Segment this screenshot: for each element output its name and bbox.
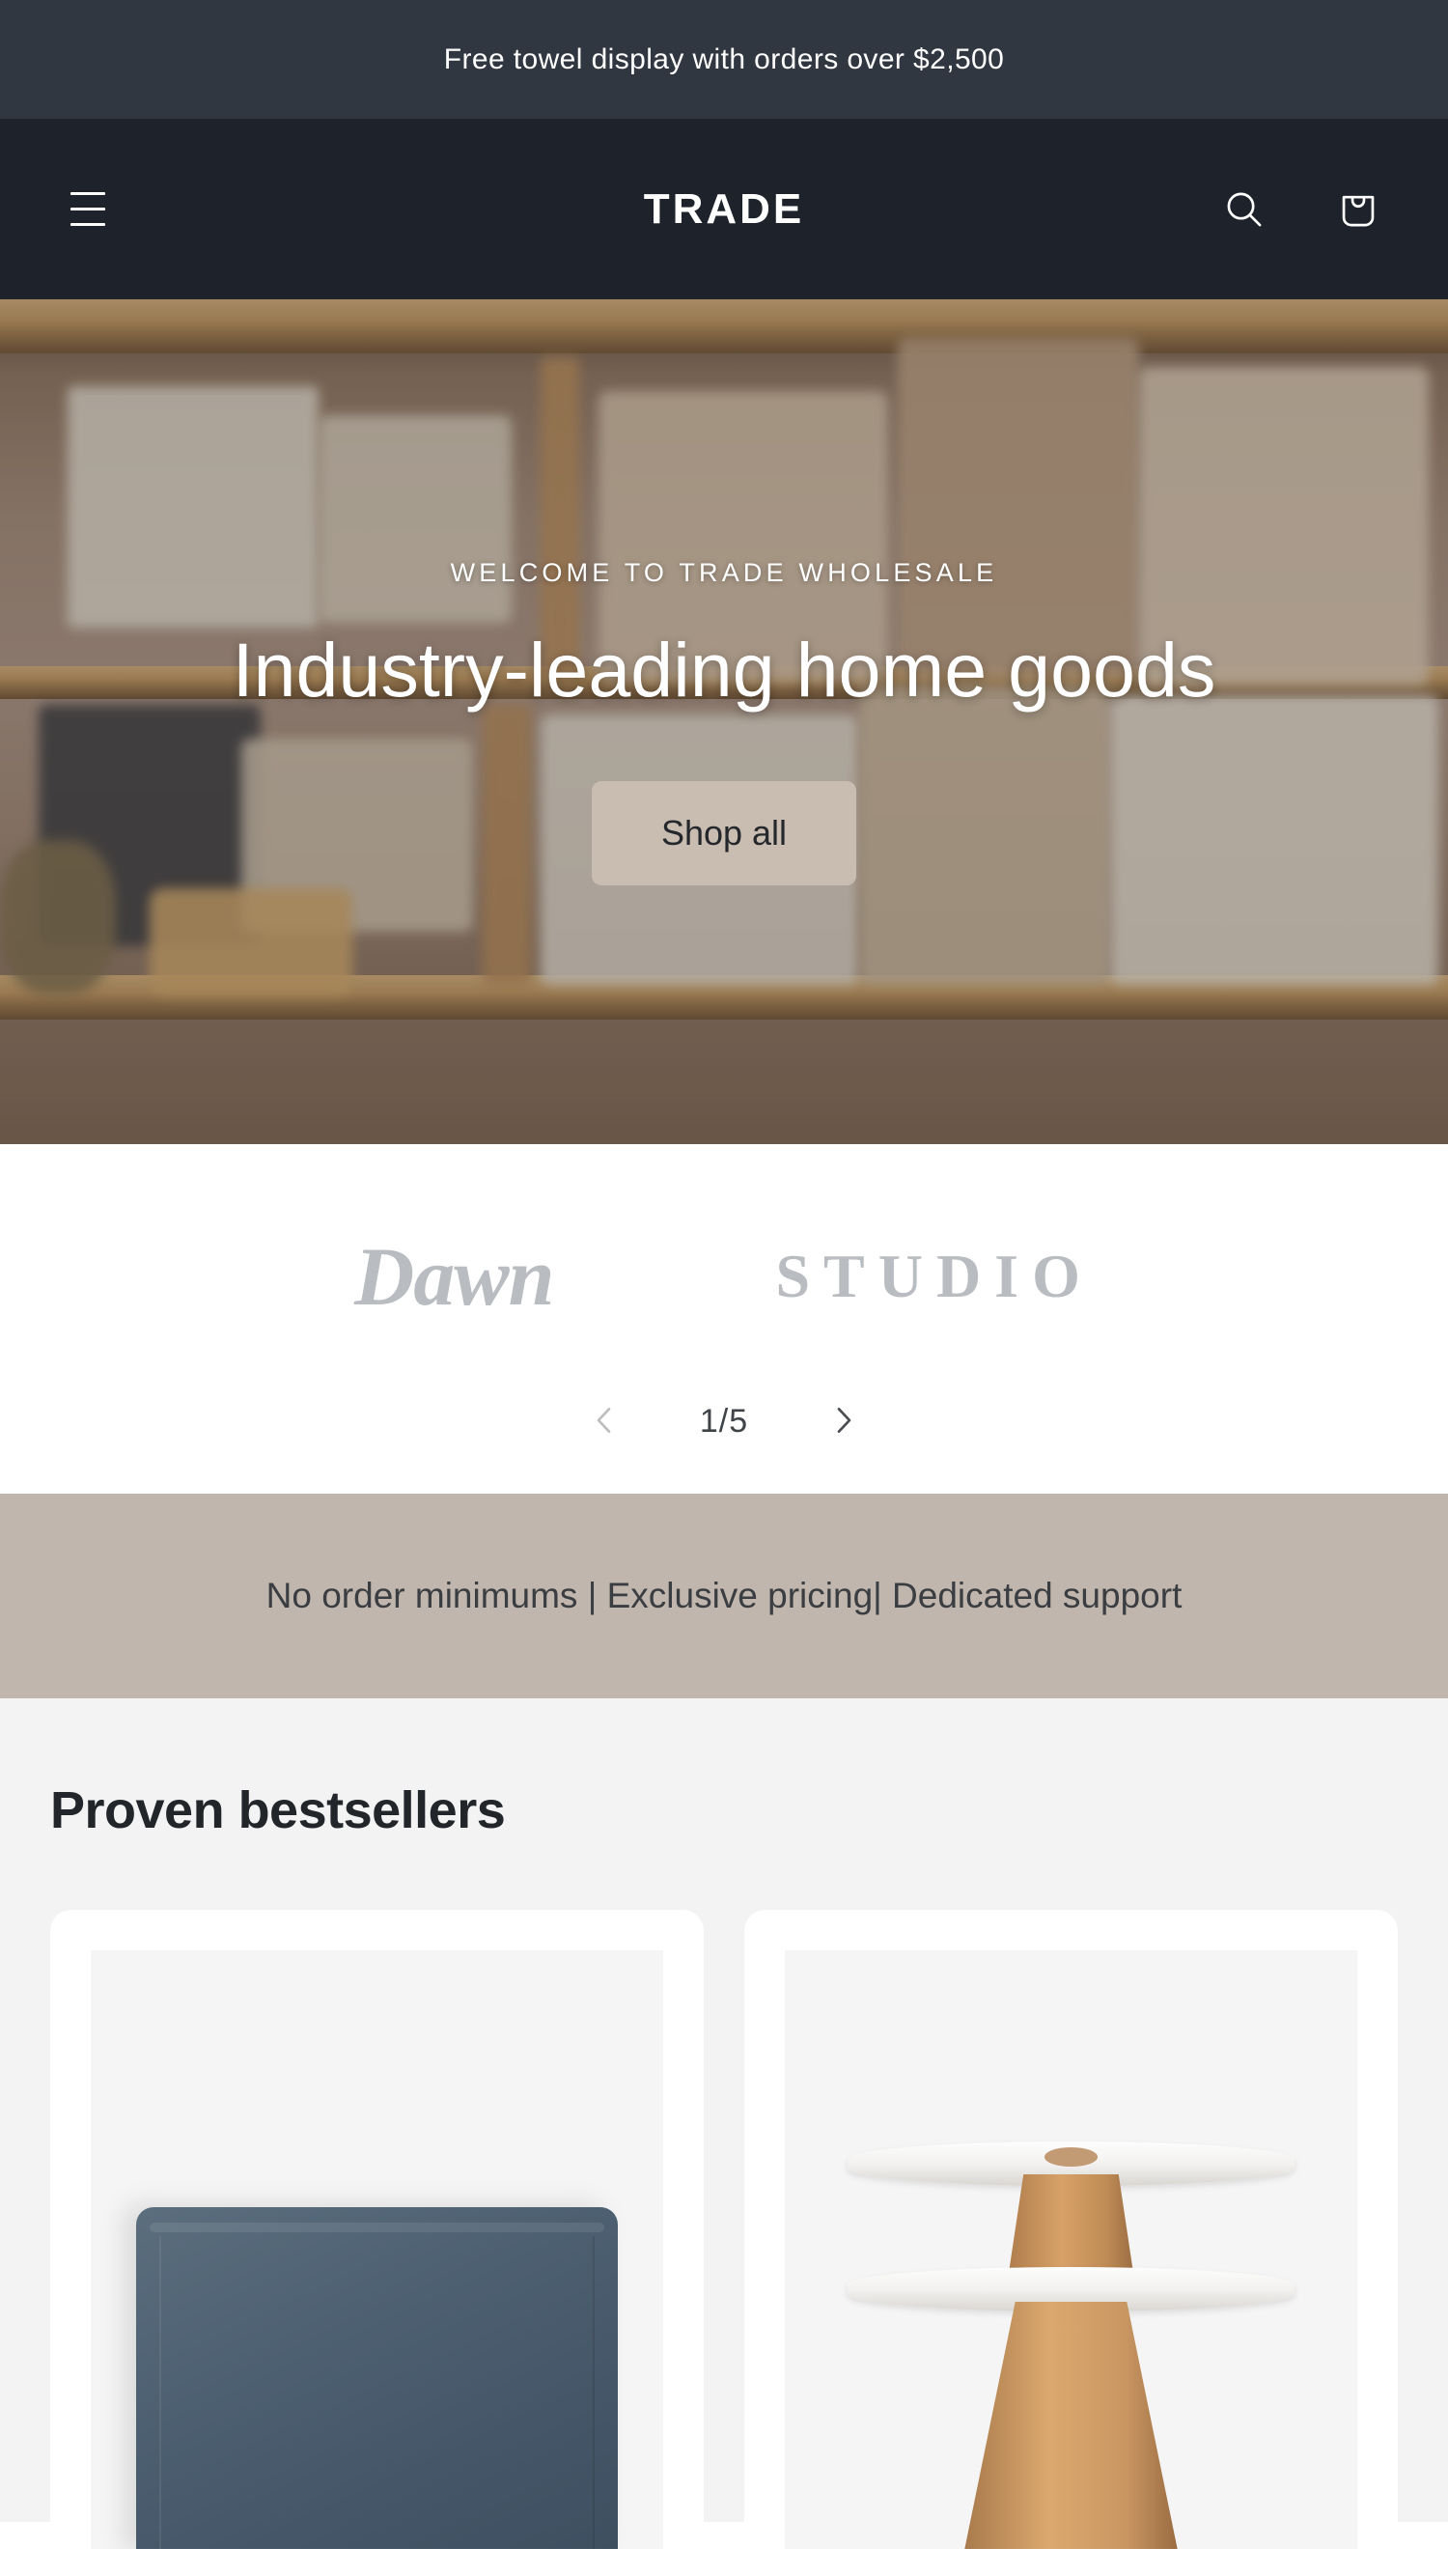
carousel-next-button[interactable] <box>810 1387 877 1455</box>
menu-button[interactable] <box>50 172 125 247</box>
header-actions <box>1205 170 1398 249</box>
bestsellers-section: Proven bestsellers <box>0 1698 1448 2576</box>
hero-banner: WELCOME TO TRADE WHOLESALE Industry-lead… <box>0 299 1448 1144</box>
product-image-pillow <box>91 1950 663 2549</box>
carousel-prev-button[interactable] <box>571 1387 638 1455</box>
shop-all-button[interactable]: Shop all <box>591 780 857 885</box>
brand-logo-dawn[interactable]: Dawn <box>354 1228 554 1325</box>
hero-title: Industry-leading home goods <box>232 627 1216 714</box>
feature-banner: No order minimums | Exclusive pricing| D… <box>0 1494 1448 1698</box>
product-image-side-table <box>785 1950 1357 2549</box>
product-card[interactable] <box>744 1910 1398 2576</box>
pillow-illustration <box>136 2207 618 2549</box>
hamburger-icon-line <box>70 223 105 226</box>
search-button[interactable] <box>1205 170 1284 249</box>
carousel-controls: 1/5 <box>0 1349 1448 1494</box>
brand-logo-studio[interactable]: STUDIO <box>775 1241 1093 1312</box>
brand-logo-track: Dawn STUDIO <box>0 1204 1448 1349</box>
section-title: Proven bestsellers <box>50 1781 506 1839</box>
announcement-text: Free towel display with orders over $2,5… <box>443 42 1005 75</box>
announcement-bar: Free towel display with orders over $2,5… <box>0 0 1448 119</box>
chevron-right-icon <box>824 1401 863 1442</box>
site-logo-text[interactable]: TRADE <box>644 185 805 234</box>
product-card[interactable] <box>50 1910 704 2576</box>
feature-banner-text: No order minimums | Exclusive pricing| D… <box>265 1576 1183 1616</box>
cart-button[interactable] <box>1319 170 1398 249</box>
search-icon <box>1222 187 1267 232</box>
carousel-counter: 1/5 <box>699 1402 749 1440</box>
hero-eyebrow: WELCOME TO TRADE WHOLESALE <box>450 558 998 588</box>
product-grid <box>0 1910 1448 2576</box>
brand-carousel: Dawn STUDIO 1/5 <box>0 1144 1448 1494</box>
site-header: TRADE <box>0 119 1448 299</box>
wood-cone-base <box>963 2301 1179 2549</box>
side-table-illustration <box>848 2122 1295 2549</box>
shopping-bag-icon <box>1336 187 1380 232</box>
hero-content: WELCOME TO TRADE WHOLESALE Industry-lead… <box>0 299 1448 1144</box>
wood-cone-small <box>1008 2173 1134 2275</box>
chevron-left-icon <box>585 1401 624 1442</box>
hamburger-icon-line <box>70 192 105 195</box>
hamburger-icon-line <box>70 208 105 210</box>
